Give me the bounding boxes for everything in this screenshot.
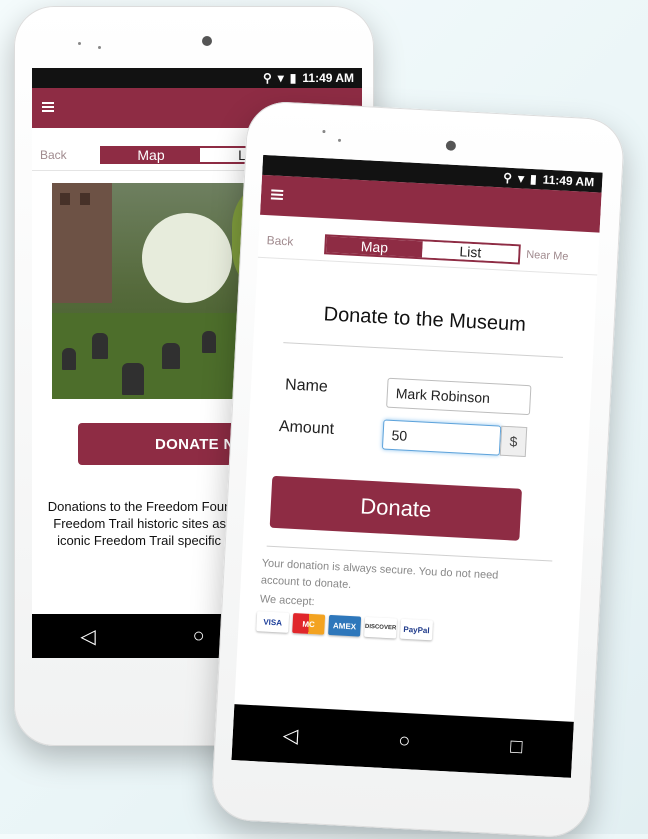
status-time: 11:49 AM (302, 71, 354, 85)
menu-icon[interactable] (270, 189, 284, 200)
battery-icon: ▮ (529, 171, 538, 187)
visa-icon: VISA (256, 611, 290, 633)
status-time: 11:49 AM (542, 172, 595, 190)
amount-label: Amount (278, 418, 335, 438)
phone-right: ⚲ ▾ ▮ 11:49 AM Back Map List Near Me Don… (210, 100, 626, 839)
camera (202, 36, 212, 46)
payment-cards: VISA MC AMEX DISCOVER PayPal (256, 611, 434, 641)
name-label: Name (284, 376, 329, 396)
paypal-icon: PayPal (400, 618, 434, 641)
sensor (337, 138, 342, 142)
mastercard-icon: MC (292, 613, 326, 635)
amount-field[interactable]: 50 (381, 419, 502, 456)
camera (445, 140, 457, 151)
donate-button[interactable]: Donate (269, 475, 523, 541)
view-toggle: Map List (324, 234, 521, 265)
tab-list[interactable]: List (422, 241, 519, 263)
battery-icon: ▮ (289, 71, 297, 85)
system-nav-bar: ◁ ○ □ (231, 704, 574, 778)
sensor (98, 46, 101, 49)
menu-icon[interactable] (42, 102, 54, 112)
page-title: Donate to the Museum (323, 303, 527, 336)
currency-addon: $ (499, 425, 528, 458)
divider (283, 342, 563, 358)
back-nav-icon[interactable]: ◁ (80, 624, 95, 649)
back-link[interactable]: Back (266, 233, 293, 248)
recent-nav-icon[interactable]: □ (510, 735, 523, 759)
screen-right: ⚲ ▾ ▮ 11:49 AM Back Map List Near Me Don… (231, 154, 603, 778)
near-me-link[interactable]: Near Me (526, 249, 569, 263)
location-icon: ⚲ (502, 170, 513, 185)
home-nav-icon[interactable]: ○ (398, 729, 411, 753)
wifi-icon: ▾ (517, 171, 525, 186)
discover-icon: DISCOVER (364, 616, 398, 639)
name-field[interactable]: Mark Robinson (386, 377, 532, 416)
we-accept-label: We accept: (259, 593, 315, 609)
back-link[interactable]: Back (40, 148, 67, 162)
back-nav-icon[interactable]: ◁ (282, 722, 299, 748)
amex-icon: AMEX (328, 614, 362, 637)
tab-map[interactable]: Map (102, 147, 200, 163)
home-nav-icon[interactable]: ○ (193, 625, 205, 648)
wifi-icon: ▾ (277, 71, 284, 85)
location-icon: ⚲ (262, 71, 272, 85)
sensor (322, 129, 326, 134)
tab-map[interactable]: Map (326, 236, 423, 258)
status-bar: ⚲ ▾ ▮ 11:49 AM (32, 68, 362, 88)
sensor (78, 42, 81, 45)
